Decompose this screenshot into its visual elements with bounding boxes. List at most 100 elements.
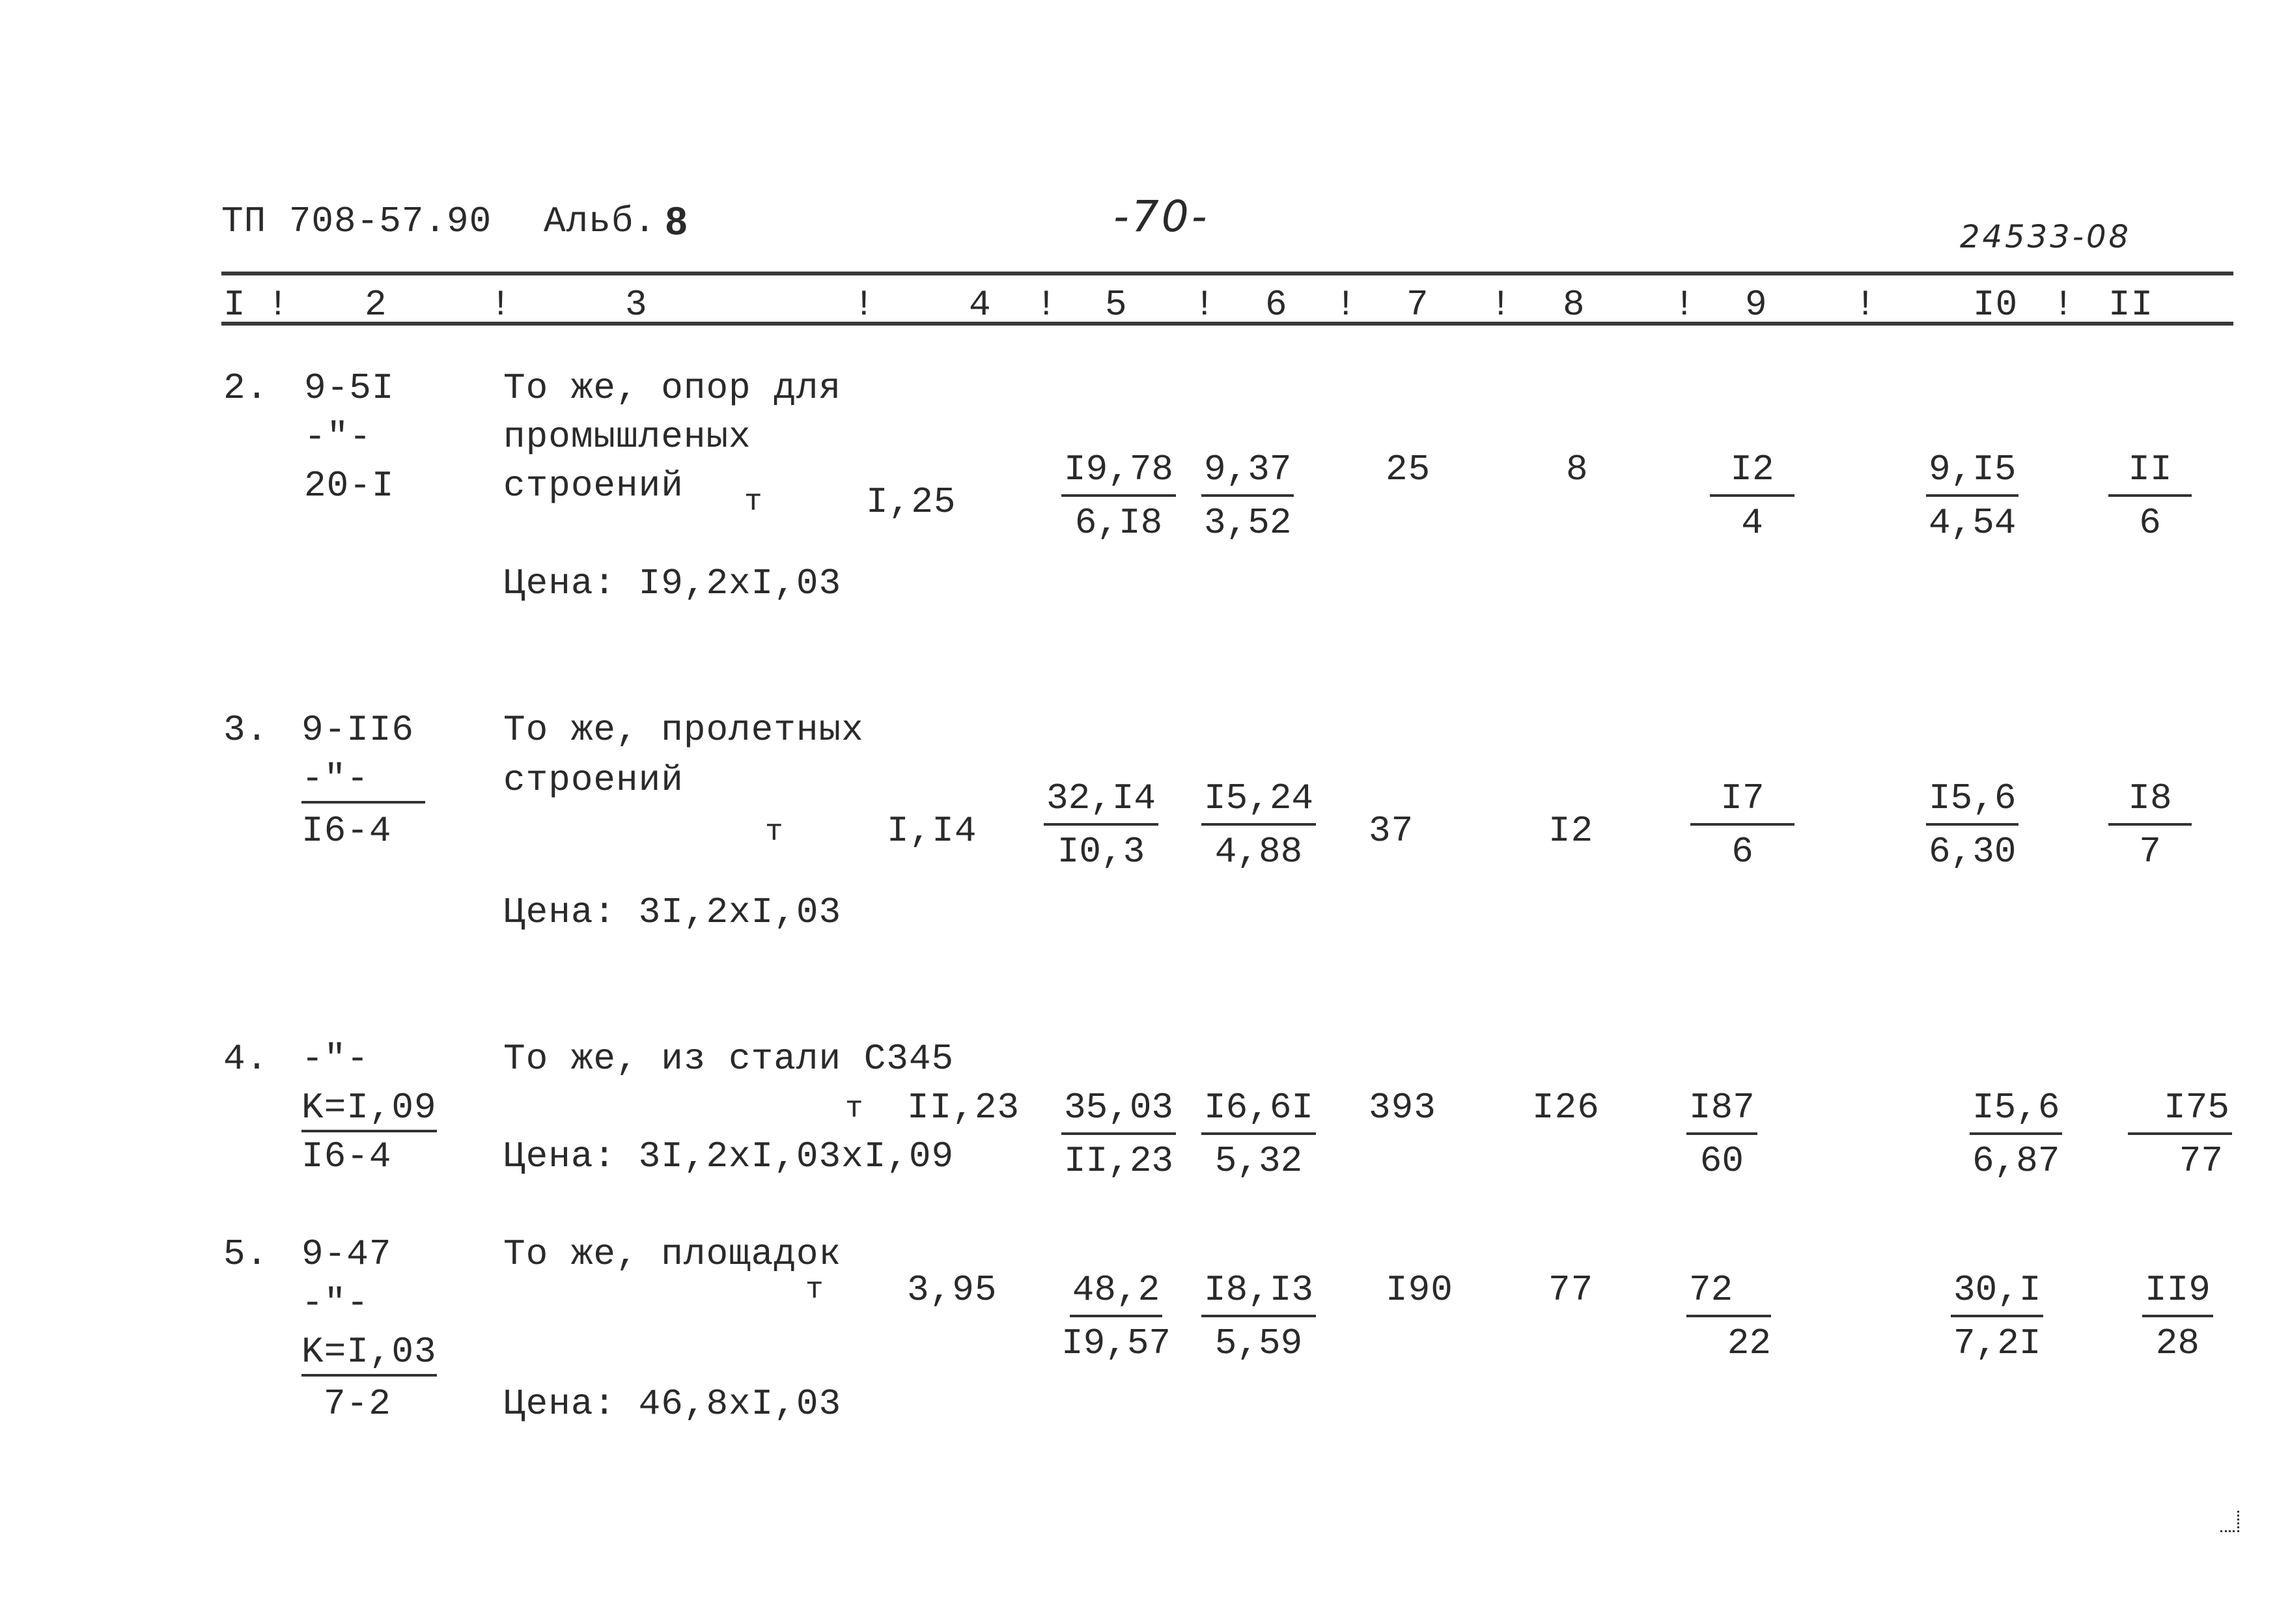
col8-value: 8 <box>1566 449 1589 490</box>
table-header-bottom-rule <box>221 322 2233 326</box>
col-sep: ! <box>853 284 876 326</box>
col-sep: ! <box>1194 284 1216 326</box>
code-line: -"- <box>304 416 372 458</box>
album-number: 8 <box>665 199 688 243</box>
col10-fraction: I5,6 6,30 <box>1926 780 2019 873</box>
numerator: II9 <box>2142 1272 2213 1317</box>
col-header-2: 2 <box>365 284 387 326</box>
code-line: I6-4 <box>301 810 392 852</box>
unit: т <box>805 1273 824 1307</box>
corner-mark <box>2220 1511 2239 1532</box>
col11-fraction: I8 7 <box>2108 780 2192 870</box>
col5-fraction: 48,2 I9,57 <box>1061 1272 1171 1362</box>
col11-fraction: I75 77 <box>2128 1089 2232 1179</box>
numerator: 30,I <box>1951 1272 2044 1317</box>
denominator: 4,88 <box>1214 831 1303 873</box>
numerator: I8,I3 <box>1201 1272 1317 1317</box>
numerator: I2 <box>1710 451 1794 497</box>
col-header-7: 7 <box>1406 284 1429 326</box>
col-header-10: I0 <box>1973 284 2018 326</box>
col8-value: I26 <box>1532 1087 1600 1128</box>
numerator: I5,6 <box>1926 780 2019 826</box>
col7-value: 37 <box>1369 810 1414 852</box>
code-line: -"- <box>301 1282 369 1324</box>
denominator: 7 <box>2139 831 2161 873</box>
col7-value: 25 <box>1386 449 1431 490</box>
col-header-4: 4 <box>969 284 992 326</box>
description-line: строений <box>503 759 684 801</box>
col9-fraction: I7 6 <box>1690 780 1794 870</box>
col-header-8: 8 <box>1563 284 1585 326</box>
code-line: 20-I <box>304 465 395 507</box>
col-header-1: I <box>223 284 246 326</box>
denominator: I0,3 <box>1057 831 1145 873</box>
denominator: 6 <box>1731 831 1753 873</box>
denominator: 28 <box>2155 1323 2200 1364</box>
denominator: 7,2I <box>1953 1323 2041 1364</box>
code-line: 9-5I <box>304 367 395 409</box>
col-header-11: II <box>2108 284 2154 326</box>
numerator: II <box>2108 451 2192 497</box>
col6-fraction: I8,I3 5,59 <box>1201 1272 1317 1364</box>
col-sep: ! <box>2052 284 2075 326</box>
col9-fraction: 72 22 <box>1686 1272 1771 1362</box>
numerator: 48,2 <box>1069 1272 1163 1317</box>
col7-value: I90 <box>1386 1269 1453 1311</box>
col4-value: II,23 <box>907 1087 1020 1128</box>
price-formula: Цена: I9,2xI,03 <box>503 563 842 604</box>
col4-value: 3,95 <box>907 1269 998 1311</box>
code-line: -"- <box>301 1038 369 1080</box>
col11-fraction: II9 28 <box>2142 1272 2213 1362</box>
row-number: 3. <box>223 709 269 751</box>
col5-fraction: 35,03 II,23 <box>1061 1089 1177 1179</box>
numerator: I6,6I <box>1201 1089 1317 1135</box>
code-line: 9-II6 <box>301 709 415 751</box>
code-line: 9-47 <box>301 1233 392 1275</box>
col-sep: ! <box>490 284 512 326</box>
code-line: I6-4 <box>301 1136 392 1177</box>
description-line: То же, площадок <box>503 1233 842 1275</box>
col8-value: 77 <box>1548 1269 1594 1311</box>
numerator: 32,I4 <box>1044 780 1159 826</box>
denominator: 4 <box>1741 502 1763 544</box>
unit: т <box>744 485 763 519</box>
numerator: 35,03 <box>1061 1089 1177 1135</box>
col-sep: ! <box>1854 284 1877 326</box>
numerator: 9,I5 <box>1926 451 2019 497</box>
col7-value: 393 <box>1369 1087 1436 1128</box>
col-header-3: 3 <box>625 284 648 326</box>
numerator: I5,6 <box>1970 1089 2063 1135</box>
denominator: 6,30 <box>1929 831 2017 873</box>
col-sep: ! <box>1035 284 1058 326</box>
description-line: То же, из стали С345 <box>503 1038 955 1080</box>
col-header-9: 9 <box>1745 284 1768 326</box>
col5-fraction: I9,78 6,I8 <box>1061 451 1177 541</box>
col4-value: I,25 <box>866 481 956 523</box>
description-line: То же, опор для <box>503 367 842 409</box>
unit: т <box>765 815 784 849</box>
inventory-stamp: 24533-08 <box>1960 219 2132 255</box>
col6-fraction: I5,24 4,88 <box>1201 780 1317 873</box>
numerator: I75 <box>2128 1089 2232 1135</box>
code-line: -"- <box>301 761 425 804</box>
denominator: 60 <box>1699 1140 1744 1182</box>
col-header-6: 6 <box>1265 284 1288 326</box>
numerator: 72 <box>1686 1272 1771 1317</box>
col-header-5: 5 <box>1105 284 1128 326</box>
numerator: I8 <box>2108 780 2192 826</box>
col10-fraction: I5,6 6,87 <box>1970 1089 2063 1179</box>
denominator: 5,59 <box>1214 1323 1303 1364</box>
denominator: 6 <box>2139 502 2161 544</box>
page-number: -70- <box>1113 191 1210 242</box>
col-sep: ! <box>1335 284 1358 326</box>
col5-fraction: 32,I4 I0,3 <box>1044 780 1159 873</box>
denominator: 3,52 <box>1204 502 1292 544</box>
table-top-rule <box>221 272 2233 275</box>
denominator: I9,57 <box>1061 1323 1171 1364</box>
col6-fraction: I6,6I 5,32 <box>1201 1089 1317 1179</box>
description-line: строений <box>503 465 684 507</box>
denominator: 77 <box>2179 1140 2223 1182</box>
code-line: 7-2 <box>324 1383 391 1425</box>
col4-value: I,I4 <box>887 810 977 852</box>
denominator: 22 <box>1727 1323 1771 1364</box>
